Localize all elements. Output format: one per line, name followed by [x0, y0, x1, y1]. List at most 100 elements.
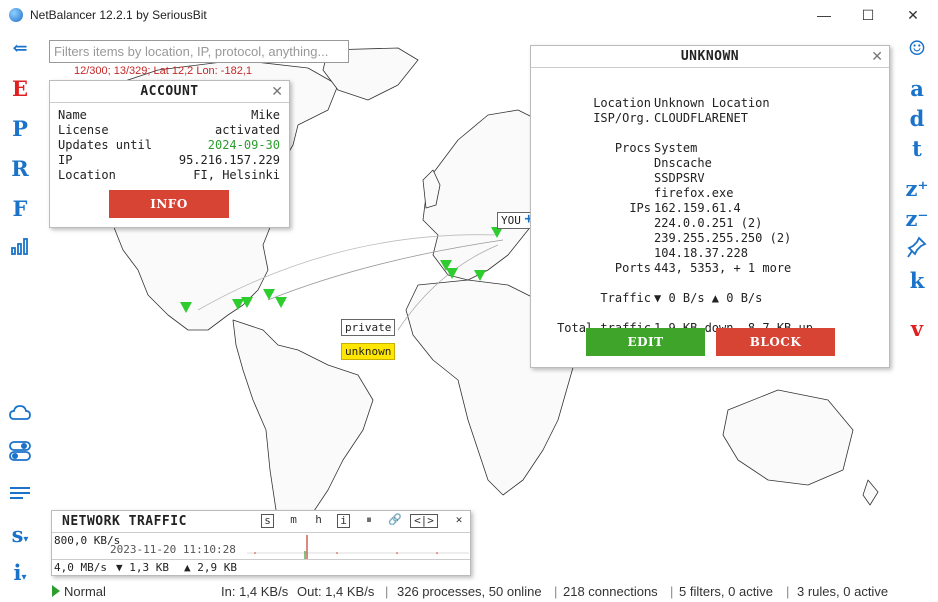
network-traffic-title: NETWORK TRAFFIC	[62, 514, 187, 529]
ip-item: 104.18.37.228	[654, 246, 748, 260]
toolbar-t[interactable]: t	[902, 136, 932, 161]
title-bar: NetBalancer 12.2.1 by SeriousBit — ☐ ✕	[0, 0, 938, 30]
maximize-button[interactable]: ☐	[853, 4, 883, 26]
right-toolbar: ☺ a d t z⁺ z⁻ k v	[898, 30, 938, 582]
coords-readout: 12/300; 13/329; Lat 12,2 Lon: -182,1	[74, 65, 252, 77]
minimize-button[interactable]: —	[809, 4, 839, 26]
info-button[interactable]: INFO	[109, 190, 229, 218]
location-key: Location	[593, 96, 651, 110]
bar-chart-icon[interactable]	[8, 236, 32, 261]
close-icon[interactable]: ✕	[871, 48, 883, 65]
traffic-key: Traffic	[600, 291, 651, 305]
separator: |	[786, 584, 790, 599]
account-row-location: Location FI, Helsinki	[58, 168, 280, 183]
proc-item: SSDPSRV	[654, 171, 705, 185]
toolbar-s[interactable]: s▾	[8, 522, 32, 547]
map-pin[interactable]	[263, 289, 275, 300]
row-value: FI, Helsinki	[193, 168, 280, 182]
status-processes[interactable]: 326 processes, 50 online	[397, 584, 542, 599]
close-icon[interactable]: ✕	[452, 514, 466, 528]
ip-item: 224.0.0.251 (2)	[654, 216, 763, 230]
private-tag[interactable]: private	[341, 319, 396, 336]
scale-hours-button[interactable]: h	[312, 514, 325, 528]
smiley-icon[interactable]: ☺	[902, 36, 932, 60]
row-key: License	[58, 123, 109, 137]
status-filters[interactable]: 5 filters, 0 active	[679, 584, 773, 599]
zoom-in-button[interactable]: z⁺	[902, 176, 932, 201]
download-total: ▼ 1,3 KB	[116, 561, 169, 574]
left-toolbar: ⇐ E P R F s▾ i▾	[0, 30, 38, 585]
status-connections[interactable]: 218 connections	[563, 584, 658, 599]
edit-button[interactable]: EDIT	[586, 328, 705, 356]
isp-value: CLOUDFLARENET	[654, 111, 748, 125]
s-label: s	[11, 522, 24, 547]
search-input[interactable]: Filters items by location, IP, protocol,…	[49, 40, 349, 63]
arrow-left-icon[interactable]: ⇐	[8, 38, 32, 59]
timestamp: 2023-11-20 11:10:28	[110, 543, 236, 556]
chevron-down-icon: ▾	[23, 534, 29, 545]
separator: |	[670, 584, 674, 599]
account-row-license: License activated	[58, 123, 280, 138]
proc-item: System	[654, 141, 698, 155]
row-key: Location	[58, 168, 116, 182]
expand-button[interactable]: <|>	[410, 514, 438, 528]
proc-item: firefox.exe	[654, 186, 734, 200]
ports-key: Ports	[614, 261, 651, 275]
account-row-updates: Updates until 2024-09-30	[58, 138, 280, 153]
ports-value: 443, 5353, + 1 more	[654, 261, 792, 275]
account-panel: ACCOUNT ✕ Name Mike License activated Up…	[49, 80, 290, 228]
status-rules[interactable]: 3 rules, 0 active	[797, 584, 888, 599]
pause-icon[interactable]: ⏸	[362, 514, 376, 528]
toolbar-p[interactable]: P	[8, 116, 32, 141]
block-button[interactable]: BLOCK	[716, 328, 835, 356]
unknown-tag[interactable]: unknown	[341, 343, 396, 360]
map-pin[interactable]	[180, 302, 192, 313]
account-row-name: Name Mike	[58, 108, 280, 123]
row-key: Updates until	[58, 138, 152, 152]
traffic-graph	[247, 535, 469, 559]
row-value: activated	[214, 123, 280, 137]
location-value: Unknown Location	[654, 96, 770, 110]
close-button[interactable]: ✕	[898, 4, 928, 26]
mode-label[interactable]: Normal	[64, 584, 106, 599]
toolbar-e[interactable]: E	[8, 76, 32, 101]
map-pin[interactable]	[275, 297, 287, 308]
play-icon	[52, 585, 60, 597]
map-pin[interactable]	[474, 270, 486, 281]
row-key: Name	[58, 108, 87, 122]
scale-seconds-button[interactable]: s	[261, 514, 274, 528]
row-value: 2024-09-30	[207, 138, 280, 152]
toolbar-d[interactable]: d	[902, 106, 932, 131]
cloud-icon[interactable]	[8, 402, 32, 427]
proc-item: Dnscache	[654, 156, 712, 170]
pin-icon[interactable]	[902, 236, 932, 263]
link-icon[interactable]: 🔗	[387, 514, 403, 528]
toolbar-a[interactable]: a	[902, 76, 932, 101]
info-small-button[interactable]: i	[337, 514, 350, 528]
list-icon[interactable]	[8, 482, 32, 507]
zoom-out-button[interactable]: z⁻	[902, 206, 932, 231]
toolbar-r[interactable]: R	[8, 156, 32, 181]
toggle-icon[interactable]	[8, 440, 32, 467]
network-traffic-panel: NETWORK TRAFFIC s m h i ⏸ 🔗 <|> ✕ 800,0 …	[51, 510, 471, 576]
separator: |	[554, 584, 558, 599]
scale-bottom-label: 4,0 MB/s	[54, 561, 107, 574]
map-pin[interactable]	[446, 268, 458, 279]
you-label: YOU	[501, 214, 521, 227]
upload-total: ▲ 2,9 KB	[184, 561, 237, 574]
scale-minutes-button[interactable]: m	[287, 514, 300, 528]
close-icon[interactable]: ✕	[271, 83, 283, 100]
row-value: 95.216.157.229	[178, 153, 280, 167]
ips-key: IPs	[629, 201, 651, 215]
toolbar-v[interactable]: v	[902, 316, 932, 341]
map-pin[interactable]	[241, 297, 253, 308]
divider	[52, 559, 470, 560]
row-value: Mike	[251, 108, 280, 122]
toolbar-f[interactable]: F	[8, 196, 32, 221]
isp-key: ISP/Org.	[593, 111, 651, 125]
unknown-title: UNKNOWN	[531, 46, 889, 68]
account-title: ACCOUNT	[50, 81, 289, 103]
separator: |	[385, 584, 389, 599]
status-bar: Normal In: 1,4 KB/s Out: 1,4 KB/s | 326 …	[0, 582, 938, 602]
toolbar-k[interactable]: k	[902, 268, 932, 293]
